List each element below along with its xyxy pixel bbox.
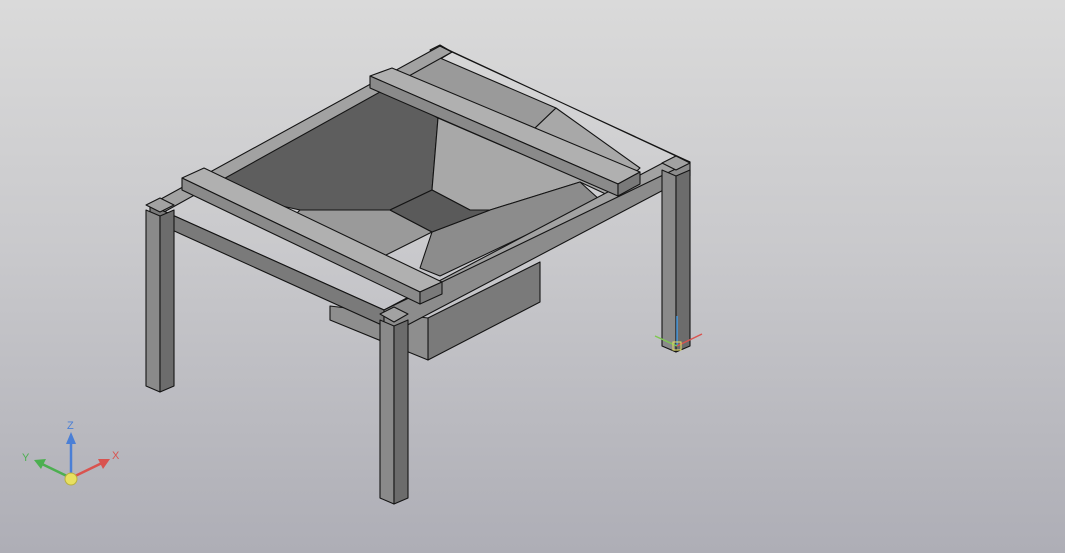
triad-z-arrow-icon <box>66 432 76 444</box>
triad-x-label: X <box>112 450 120 462</box>
leg-back-left-side <box>159 209 175 393</box>
axis-triad[interactable]: Z X Y <box>22 420 120 486</box>
3d-viewport[interactable]: Z X Y <box>0 0 1065 553</box>
leg-right-front <box>661 169 677 353</box>
leg-front-front <box>379 319 395 505</box>
leg-back-left-front <box>145 209 161 393</box>
leg-right-side <box>675 169 691 353</box>
hopper-table-model[interactable] <box>145 44 691 505</box>
leg-front-side <box>393 319 409 505</box>
model-scene[interactable]: Z X Y <box>0 0 1065 553</box>
triad-origin <box>64 472 78 486</box>
triad-y-label: Y <box>22 452 30 464</box>
triad-z-label: Z <box>67 420 74 432</box>
